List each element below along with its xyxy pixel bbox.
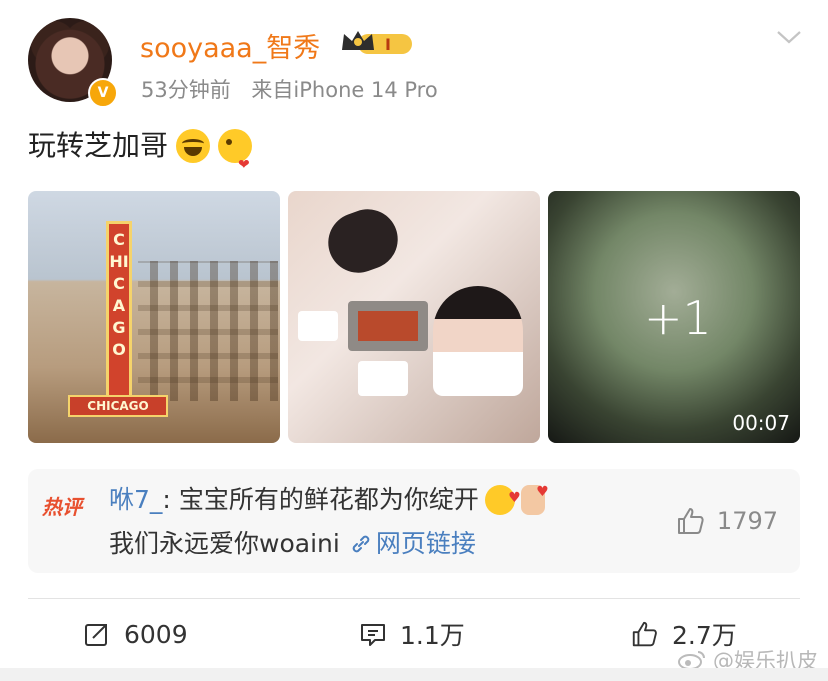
hot-comment-badge: 热评 [42, 495, 82, 519]
chevron-down-icon[interactable] [776, 28, 802, 46]
photo-grid: CHICAGO CHICAGO +1 00:07 [28, 191, 800, 443]
post-meta: 53分钟前 来自iPhone 14 Pro [141, 74, 452, 104]
photo-chicago-theater[interactable]: CHICAGO CHICAGO [28, 191, 280, 443]
hot-comment-separator: : [162, 485, 171, 514]
verified-badge-icon: V [88, 78, 118, 108]
comment-button[interactable]: 1.1万 [358, 612, 465, 656]
post-header: V sooyaaa_智秀 I 53分钟前 来自iPhone 14 Pro [0, 0, 828, 120]
theater-sign-text: CHICAGO [109, 230, 129, 359]
grinning-squinting-face-icon [176, 129, 211, 163]
repost-count: 6009 [124, 619, 188, 649]
username[interactable]: sooyaaa_智秀 [140, 26, 320, 65]
crown-level-label: I [385, 35, 391, 54]
hot-comment-text-2: 我们永远爱你woaini [109, 529, 340, 558]
web-link[interactable]: 网页链接 [350, 527, 476, 561]
food-tray [348, 301, 428, 351]
bottom-separator [0, 668, 828, 681]
comment-count: 1.1万 [400, 621, 465, 650]
hot-comment-line2: 我们永远爱你woaini 网页链接 [109, 527, 476, 561]
more-photos-count: +1 [644, 291, 712, 345]
face-blowing-kiss-icon [218, 129, 253, 185]
hot-comment-user[interactable]: 咻7_ [109, 483, 162, 517]
repost-icon [85, 624, 107, 646]
post-source[interactable]: 来自iPhone 14 Pro [251, 78, 437, 102]
friend-figure [319, 200, 407, 282]
hot-comment-like[interactable]: 1797 [675, 505, 778, 537]
post-text: 玩转芝加哥 [28, 126, 253, 185]
plate [358, 361, 408, 396]
building-facade [138, 261, 278, 401]
link-icon [352, 535, 370, 553]
smiling-face-with-hearts-icon [484, 481, 521, 515]
video-concert-screen[interactable]: +1 00:07 [548, 191, 800, 443]
repost-button[interactable]: 6009 [82, 612, 188, 656]
plate [298, 311, 338, 341]
hot-comment-text: 宝宝所有的鲜花都为你绽开 [178, 485, 479, 514]
theater-marquee: CHICAGO [68, 395, 168, 417]
crown-level-icon: I [342, 31, 412, 54]
comment-icon [361, 624, 385, 646]
post-time: 53分钟前 [141, 78, 231, 102]
thumbs-up-icon [677, 508, 704, 534]
hot-comment-card[interactable]: 热评 咻7_ : 宝宝所有的鲜花都为你绽开 我们永远爱你woaini 网页链接 … [28, 469, 800, 573]
hot-comment-line1: 咻7_ : 宝宝所有的鲜花都为你绽开 [109, 475, 549, 517]
video-duration: 00:07 [732, 411, 790, 435]
web-link-label: 网页链接 [375, 529, 476, 558]
post-text-content: 玩转芝加哥 [28, 129, 169, 162]
selfie-person [433, 286, 523, 396]
divider [28, 598, 800, 599]
finger-heart-icon [520, 475, 549, 515]
thumbs-up-icon [632, 621, 657, 647]
hot-comment-like-count: 1797 [716, 507, 778, 535]
photo-restaurant-selfie[interactable] [288, 191, 540, 443]
